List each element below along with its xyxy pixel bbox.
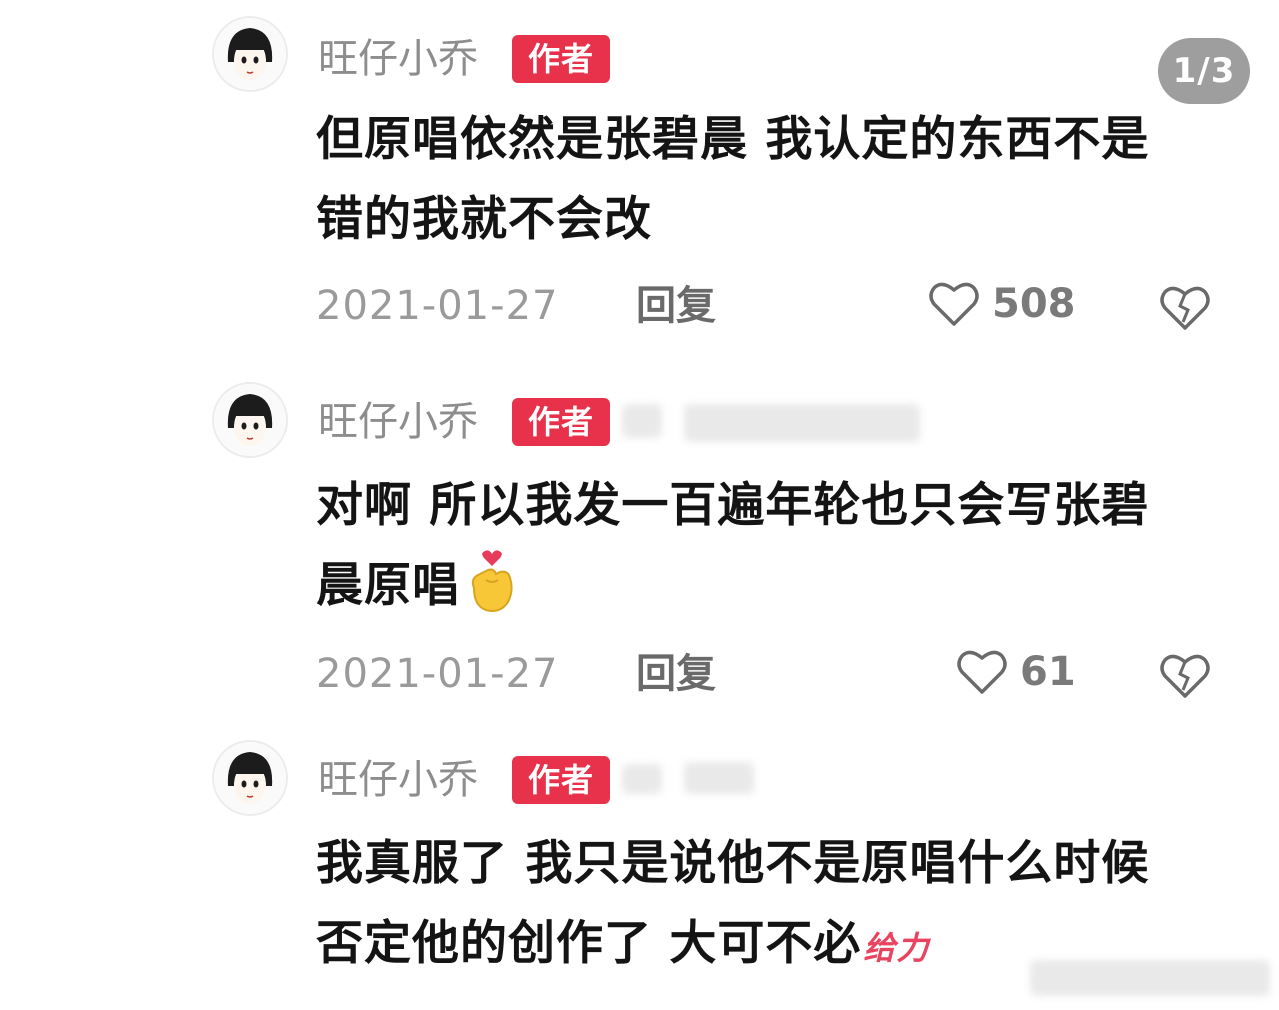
avatar-image xyxy=(214,384,286,456)
blurred-reply-target xyxy=(622,764,662,794)
image-page-counter: 1/3 xyxy=(1158,38,1250,104)
comment-text: 对啊 所以我发一百遍年轮也只会写张碧晨原唱 xyxy=(316,466,1196,626)
dislike-button[interactable] xyxy=(1158,650,1212,700)
like-button[interactable]: 508 xyxy=(928,280,1076,328)
comment-date: 2021-01-27 xyxy=(316,651,559,697)
like-button[interactable]: 61 xyxy=(956,648,1076,696)
avatar[interactable] xyxy=(214,18,286,90)
author-name[interactable]: 旺仔小乔 xyxy=(318,756,478,804)
heart-outline-icon xyxy=(957,650,1007,694)
finger-heart-emoji-icon xyxy=(471,549,513,612)
author-badge: 作者 xyxy=(512,756,610,804)
broken-heart-icon xyxy=(1160,286,1210,330)
comment-date: 2021-01-27 xyxy=(316,283,559,329)
watermark-blur xyxy=(1030,960,1270,996)
blurred-reply-target xyxy=(684,762,754,794)
reply-button[interactable]: 回复 xyxy=(636,650,716,698)
comment-text: 但原唱依然是张碧晨 我认定的东西不是错的我就不会改 xyxy=(316,112,1150,247)
avatar-image xyxy=(214,742,286,814)
reply-button[interactable]: 回复 xyxy=(636,282,716,330)
avatar[interactable] xyxy=(214,384,286,456)
like-count: 61 xyxy=(1020,649,1076,695)
heart-outline-icon xyxy=(929,282,979,326)
author-name[interactable]: 旺仔小乔 xyxy=(318,398,478,446)
author-name[interactable]: 旺仔小乔 xyxy=(318,35,478,83)
broken-heart-icon xyxy=(1160,654,1210,698)
author-badge: 作者 xyxy=(512,398,610,446)
comment-text-content: 对啊 所以我发一百遍年轮也只会写张碧晨原唱 xyxy=(316,478,1150,613)
avatar[interactable] xyxy=(214,742,286,814)
sticker-label: 给力 xyxy=(863,929,930,967)
like-count: 508 xyxy=(992,281,1076,327)
dislike-button[interactable] xyxy=(1158,282,1212,332)
comment-text-content: 我真服了 我只是说他不是原唱什么时候否定他的创作了 大可不必 xyxy=(316,836,1150,971)
blurred-reply-target xyxy=(622,404,662,438)
avatar-image xyxy=(214,18,286,90)
author-badge: 作者 xyxy=(512,35,610,83)
blurred-reply-target xyxy=(684,404,920,442)
